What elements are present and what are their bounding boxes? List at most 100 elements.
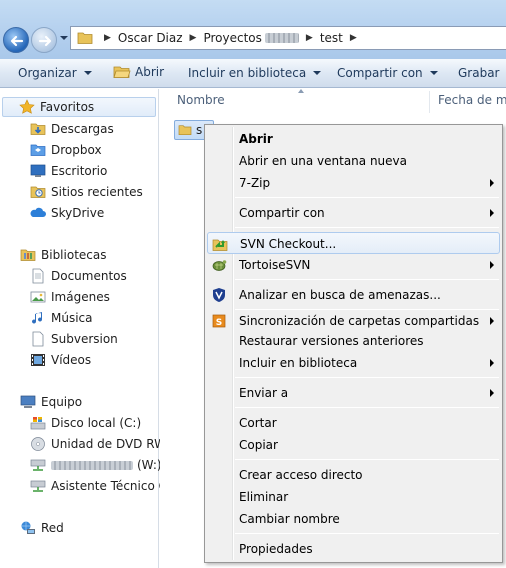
menu-item-svn-checkout[interactable]: SVN Checkout...	[207, 232, 500, 254]
menu-item-restore-versions[interactable]: Restaurar versiones anteriores	[207, 330, 500, 352]
menu-item-open[interactable]: Abrir	[207, 128, 500, 150]
navigation-pane: Favoritos Descargas Dropbox Escritorio S…	[0, 89, 174, 568]
documents-icon	[32, 268, 44, 284]
menu-item-scan-threats[interactable]: Analizar en busca de amenazas...	[207, 284, 500, 306]
command-bar: Organizar Abrir Incluir en biblioteca Co…	[0, 59, 506, 88]
nav-item-descargas[interactable]: Descargas	[30, 119, 114, 139]
music-note-icon	[32, 312, 43, 324]
back-button[interactable]	[3, 27, 29, 53]
address-field[interactable]: ▶ Oscar Diaz ▶ Proyectos ▶ test ▶	[70, 26, 506, 50]
chevron-down-icon	[83, 71, 92, 75]
breadcrumb-proyectos[interactable]: Proyectos ▶	[203, 31, 319, 45]
column-divider[interactable]	[429, 91, 430, 113]
menu-item-open-new-window[interactable]: Abrir en una ventana nueva	[207, 150, 500, 172]
arrow-right-icon	[38, 35, 52, 47]
breadcrumb-sep-root[interactable]: ▶	[97, 33, 118, 43]
nav-favorites[interactable]: Favoritos	[2, 97, 156, 117]
share-with-button[interactable]: Compartir con	[337, 66, 438, 80]
menu-item-copy[interactable]: Copiar	[207, 434, 500, 456]
arrow-left-icon	[10, 35, 24, 47]
sort-ascending-icon	[298, 89, 304, 93]
open-folder-icon	[113, 66, 131, 78]
nav-item-disco-local[interactable]: Disco local (C:)	[30, 413, 141, 433]
menu-item-delete[interactable]: Eliminar	[207, 486, 500, 508]
tortoise-icon	[212, 260, 227, 271]
burn-button[interactable]: Grabar	[458, 66, 500, 80]
organize-button[interactable]: Organizar	[18, 66, 92, 80]
svn-checkout-icon	[212, 239, 228, 251]
submenu-arrow-icon	[490, 359, 494, 367]
nav-item-network-drive-w[interactable]: (W:)	[30, 455, 162, 475]
menu-separator	[235, 227, 499, 228]
nav-libraries[interactable]: Bibliotecas	[20, 245, 106, 265]
downloads-folder-icon	[30, 123, 46, 135]
nav-item-documentos[interactable]: Documentos	[30, 266, 127, 286]
menu-item-include-library[interactable]: Incluir en biblioteca	[207, 352, 500, 374]
svg-text:S: S	[216, 318, 222, 328]
submenu-arrow-icon	[490, 261, 494, 269]
dvd-drive-icon	[31, 437, 45, 451]
libraries-icon	[20, 249, 36, 261]
nav-item-dropbox[interactable]: Dropbox	[30, 140, 102, 160]
menu-item-send-to[interactable]: Enviar a	[207, 382, 500, 404]
dropbox-icon	[30, 144, 46, 156]
redacted-text	[264, 33, 299, 43]
hard-drive-icon	[30, 417, 46, 430]
nav-network[interactable]: Red	[20, 518, 64, 538]
menu-item-share-with[interactable]: Compartir con	[207, 202, 500, 224]
breadcrumb-oscar[interactable]: Oscar Diaz ▶	[118, 31, 204, 45]
open-button[interactable]: Abrir	[113, 64, 164, 80]
menu-item-tortoisesvn[interactable]: TortoiseSVN	[207, 254, 500, 276]
recent-pages-dropdown[interactable]	[60, 36, 68, 40]
chevron-down-icon	[313, 71, 322, 75]
redacted-text	[51, 460, 133, 470]
chevron-down-icon	[429, 71, 438, 75]
menu-separator	[235, 459, 499, 460]
menu-separator	[235, 279, 499, 280]
address-bar-row: ▶ Oscar Diaz ▶ Proyectos ▶ test ▶	[0, 0, 506, 59]
network-drive-icon	[30, 459, 46, 471]
menu-item-create-shortcut[interactable]: Crear acceso directo	[207, 464, 500, 486]
nav-item-videos[interactable]: Vídeos	[30, 350, 91, 370]
nav-computer[interactable]: Equipo	[20, 392, 82, 412]
nav-item-imagenes[interactable]: Imágenes	[30, 287, 110, 307]
include-library-button[interactable]: Incluir en biblioteca	[188, 66, 322, 80]
nav-item-dvd[interactable]: Unidad de DVD RW (	[30, 434, 174, 454]
menu-item-cut[interactable]: Cortar	[207, 412, 500, 434]
network-globe-icon	[21, 521, 35, 534]
sharepoint-sync-icon: S	[212, 314, 226, 328]
forward-button[interactable]	[31, 27, 57, 53]
folder-icon	[178, 125, 192, 136]
recent-places-icon	[30, 186, 46, 198]
menu-item-rename[interactable]: Cambiar nombre	[207, 508, 500, 530]
folder-icon	[77, 32, 93, 44]
nav-item-asistente[interactable]: Asistente Técnico G	[30, 476, 168, 496]
context-menu: Abrir Abrir en una ventana nueva 7-Zip C…	[204, 124, 503, 563]
menu-separator	[235, 197, 499, 198]
nav-item-musica[interactable]: Música	[30, 308, 93, 328]
nav-item-subversion[interactable]: Subversion	[30, 329, 118, 349]
nav-item-escritorio[interactable]: Escritorio	[30, 161, 107, 181]
menu-separator	[235, 377, 499, 378]
menu-item-sync-shared-folders[interactable]: S Sincronización de carpetas compartidas	[207, 310, 500, 332]
skydrive-cloud-icon	[30, 207, 46, 217]
star-icon	[19, 99, 35, 114]
submenu-arrow-icon	[490, 209, 494, 217]
nav-item-skydrive[interactable]: SkyDrive	[30, 203, 104, 223]
pictures-icon	[30, 291, 46, 303]
menu-item-properties[interactable]: Propiedades	[207, 538, 500, 560]
nav-item-sitios-recientes[interactable]: Sitios recientes	[30, 182, 143, 202]
computer-icon	[20, 395, 36, 408]
video-film-icon	[31, 354, 45, 366]
network-drive-icon	[30, 480, 46, 492]
breadcrumb-test[interactable]: test ▶	[320, 31, 364, 45]
submenu-arrow-icon	[490, 317, 494, 325]
submenu-arrow-icon	[490, 179, 494, 187]
menu-item-7zip[interactable]: 7-Zip	[207, 172, 500, 194]
desktop-icon	[30, 164, 46, 177]
file-name: s	[196, 123, 203, 137]
menu-separator	[235, 533, 499, 534]
column-header-date[interactable]: Fecha de mo	[438, 93, 506, 107]
column-header-name[interactable]: Nombre	[177, 93, 225, 107]
security-shield-icon	[213, 288, 225, 302]
